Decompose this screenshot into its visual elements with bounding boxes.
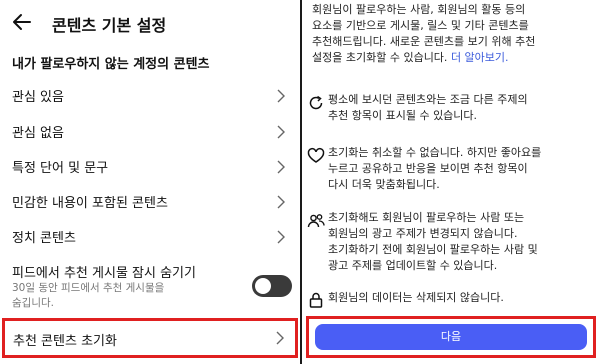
info-line: 평소에 보시던 콘텐츠와는 조금 다른 주제의: [328, 93, 528, 106]
reset-suggested-content-row[interactable]: 추천 콘텐츠 초기화: [2, 318, 298, 358]
intro-line: 요소를 기반으로 게시물, 릴스 및 기타 콘텐츠를: [312, 19, 529, 32]
row-label: 관심 있음: [12, 90, 64, 105]
reset-label: 추천 콘텐츠 초기화: [13, 334, 117, 349]
chevron-right-icon: [277, 195, 285, 209]
chevron-right-icon: [276, 331, 284, 345]
page-title: 콘텐츠 기본 설정: [52, 16, 167, 35]
chevron-right-icon: [277, 160, 285, 174]
info-text: 평소에 보시던 콘텐츠와는 조금 다른 주제의 추천 항목이 표시될 수 있습니…: [328, 92, 590, 124]
people-icon: [307, 214, 325, 228]
row-label: 민감한 내용이 포함된 콘텐츠: [12, 196, 168, 211]
info-line: 회원님의 광고 주제가 변경되지 않습니다.: [328, 227, 518, 240]
reset-info-panel: 회원님이 팔로우하는 사람, 회원님의 활동 등의 요소를 기반으로 게시물, …: [302, 0, 600, 364]
next-button[interactable]: 다음: [315, 324, 587, 350]
toggle-title: 피드에서 추천 게시물 잠시 숨기기: [12, 266, 196, 281]
row-label: 정치 콘텐츠: [12, 231, 76, 246]
row-political-content[interactable]: 정치 콘텐츠: [0, 219, 300, 255]
row-label: 관심 없음: [12, 126, 64, 141]
row-interested[interactable]: 관심 있음: [0, 78, 300, 114]
chevron-right-icon: [277, 125, 285, 139]
learn-more-link[interactable]: 더 알아보기.: [451, 51, 509, 64]
chevron-right-icon: [277, 230, 285, 244]
intro-line: 회원님이 팔로우하는 사람, 회원님의 활동 등의: [312, 3, 526, 16]
info-line: 추천 항목이 표시될 수 있습니다.: [328, 109, 478, 122]
toggle-description: 30일 동안 피드에서 추천 게시물을 숨깁니다.: [12, 281, 212, 311]
intro-line-text: 설정을 초기화할 수 있습니다.: [312, 51, 448, 64]
row-words-phrases[interactable]: 특정 단어 및 문구: [0, 149, 300, 185]
next-button-highlight: 다음: [306, 316, 596, 358]
info-text: 회원님의 데이터는 삭제되지 않습니다.: [328, 290, 590, 306]
toggle-knob: [255, 278, 271, 294]
info-line: 초기화하기 전에 회원님이 팔로우하는 사람 및: [328, 243, 538, 256]
info-text: 초기화해도 회원님이 팔로우하는 사람 또는 회원님의 광고 주제가 변경되지 …: [328, 210, 590, 274]
info-line: 회원님의 데이터는 삭제되지 않습니다.: [328, 291, 504, 304]
toggle-description-line: 숨깁니다.: [12, 297, 54, 309]
chevron-right-icon: [277, 89, 285, 103]
content-preferences-panel: 콘텐츠 기본 설정 내가 팔로우하지 않는 계정의 콘텐츠 관심 있음 관심 없…: [0, 0, 302, 364]
back-arrow-icon[interactable]: [10, 10, 34, 34]
info-line: 광고 주제를 업데이트할 수 있습니다.: [328, 259, 498, 272]
info-line: 누르고 공유하고 반응을 보이면 추천 항목이: [328, 162, 528, 175]
intro-line: 추천해드립니다. 새로운 콘텐츠를 보기 위해 추천: [312, 35, 536, 48]
snooze-suggested-row: 피드에서 추천 게시물 잠시 숨기기 30일 동안 피드에서 추천 게시물을 숨…: [0, 257, 300, 313]
header: 콘텐츠 기본 설정: [0, 0, 300, 44]
heart-icon: [307, 148, 325, 163]
intro-line: 설정을 초기화할 수 있습니다. 더 알아보기.: [312, 50, 592, 66]
info-text: 초기화는 취소할 수 없습니다. 하지만 좋아요를 누르고 공유하고 반응을 보…: [328, 145, 590, 193]
toggle-description-line: 30일 동안 피드에서 추천 게시물을: [12, 282, 165, 294]
info-line: 다시 더욱 맞춤화됩니다.: [328, 178, 440, 191]
refresh-icon: [309, 95, 323, 110]
intro-text: 회원님이 팔로우하는 사람, 회원님의 활동 등의 요소를 기반으로 게시물, …: [312, 2, 592, 66]
snooze-toggle[interactable]: [252, 275, 292, 297]
row-sensitive-content[interactable]: 민감한 내용이 포함된 콘텐츠: [0, 184, 300, 220]
row-label: 특정 단어 및 문구: [12, 161, 109, 176]
section-title: 내가 팔로우하지 않는 계정의 콘텐츠: [12, 57, 210, 72]
row-not-interested[interactable]: 관심 없음: [0, 114, 300, 150]
info-line: 초기화는 취소할 수 없습니다. 하지만 좋아요를: [328, 146, 542, 159]
info-line: 초기화해도 회원님이 팔로우하는 사람 또는: [328, 211, 525, 224]
lock-icon: [309, 292, 323, 308]
